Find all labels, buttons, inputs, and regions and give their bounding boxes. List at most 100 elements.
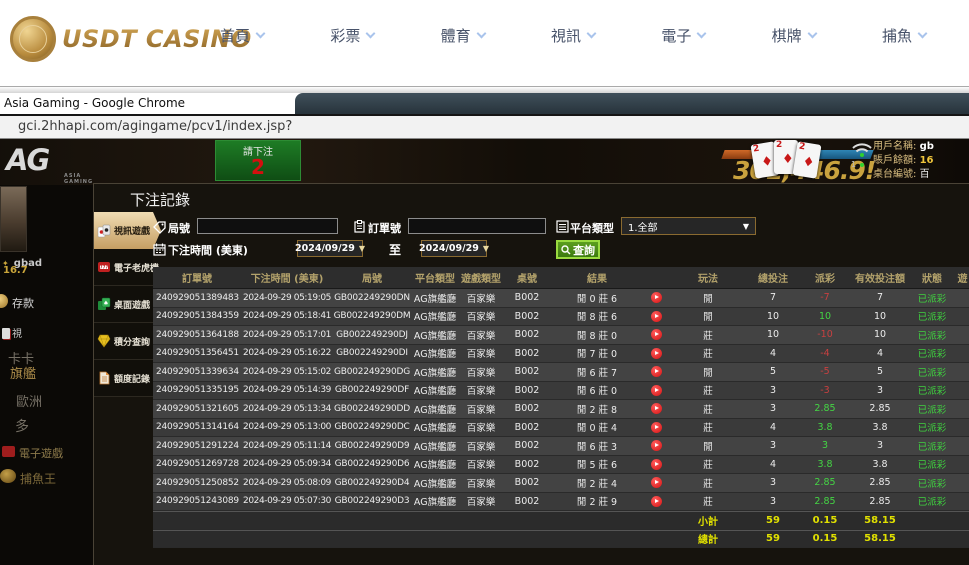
window-title-bar[interactable]: Asia Gaming - Google Chrome bbox=[0, 93, 969, 114]
sidebar-item-3[interactable]: 積分查詢 bbox=[94, 323, 153, 360]
replay-button[interactable] bbox=[651, 403, 662, 414]
cell-game-type: 百家樂 bbox=[459, 363, 503, 381]
nav-item-label: 捕魚 bbox=[882, 25, 912, 46]
date-to-select[interactable]: 2024/09/29▼ bbox=[421, 240, 487, 257]
cell-clipped bbox=[955, 345, 969, 363]
hall-tab[interactable]: 歐洲 bbox=[16, 391, 42, 410]
ag-logo: AG ASIA GAMING bbox=[6, 143, 48, 177]
cell-order-no: 240929051314164 bbox=[153, 419, 241, 437]
ag-logo-subtext: ASIA GAMING bbox=[64, 173, 93, 185]
online-dot bbox=[860, 163, 864, 167]
total-row: 總計590.1558.15 bbox=[153, 530, 969, 549]
url-text: gci.2hhapi.com/agingame/pcv1/index.jsp? bbox=[18, 119, 292, 134]
cell-order-no: 240929051364188 bbox=[153, 326, 241, 344]
cell-order-no: 240929051269728 bbox=[153, 456, 241, 474]
site-logo[interactable]: USDT CASINO bbox=[10, 16, 252, 62]
cell-play-type: 莊 bbox=[669, 419, 747, 437]
cell-play-type: 莊 bbox=[669, 493, 747, 511]
sum-clipped bbox=[955, 512, 969, 529]
cell-total-bet: 4 bbox=[747, 419, 799, 437]
cell-valid-bet: 5 bbox=[851, 363, 909, 381]
sum-total-bet: 59 bbox=[747, 512, 799, 529]
sum-clipped bbox=[955, 531, 969, 548]
replay-button[interactable] bbox=[651, 311, 662, 322]
cell-valid-bet: 3.8 bbox=[851, 419, 909, 437]
sum-label: 小計 bbox=[669, 512, 747, 529]
balance-label: 賬戶餘額: bbox=[873, 155, 916, 166]
table-row: 2409290513843592024-09-29 05:18:41GB0022… bbox=[153, 308, 969, 327]
cell-clipped bbox=[955, 382, 969, 400]
cell-valid-bet: 2.85 bbox=[851, 493, 909, 511]
cell-replay bbox=[643, 437, 669, 455]
rail-video-tab[interactable]: 視 bbox=[2, 325, 22, 340]
sidebar-item-2[interactable]: ♠桌面遊戲 bbox=[94, 286, 153, 323]
table-header-row: 訂單號下注時間 (美東)局號平台類型遊戲類型桌號結果玩法總投注派彩有效投注額狀態… bbox=[153, 267, 969, 289]
table-row: 2409290513351952024-09-29 05:14:39GB0022… bbox=[153, 382, 969, 401]
sidebar-item-4[interactable]: 額度記錄 bbox=[94, 360, 153, 397]
cell-order-no: 240929051291224 bbox=[153, 437, 241, 455]
cell-bet-time: 2024-09-29 05:13:00 bbox=[241, 419, 333, 437]
cell-table-no: B002 bbox=[503, 474, 551, 492]
cell-clipped bbox=[955, 474, 969, 492]
cell-clipped bbox=[955, 326, 969, 344]
cell-bet-time: 2024-09-29 05:09:34 bbox=[241, 456, 333, 474]
cell-round-no: GB002249290D6 bbox=[333, 456, 411, 474]
cell-platform: AG旗艦廳 bbox=[411, 289, 459, 307]
nav-item-1[interactable]: 彩票 bbox=[330, 25, 374, 46]
hall-tab[interactable]: 多 bbox=[15, 416, 29, 436]
sum-valid-bet: 58.15 bbox=[851, 531, 909, 548]
cell-valid-bet: 7 bbox=[851, 289, 909, 307]
deposit-button[interactable]: 存款 bbox=[12, 295, 34, 311]
cell-platform: AG旗艦廳 bbox=[411, 437, 459, 455]
nav-item-label: 首頁 bbox=[220, 25, 250, 46]
cell-result: 閒 7 莊 0 bbox=[551, 345, 643, 363]
replay-button[interactable] bbox=[651, 348, 662, 359]
cell-total-bet: 3 bbox=[747, 474, 799, 492]
table-value: 百 bbox=[920, 169, 930, 180]
cell-round-no: GB002249290DF bbox=[333, 382, 411, 400]
replay-button[interactable] bbox=[651, 422, 662, 433]
date-from-select[interactable]: 2024/09/29▼ bbox=[297, 240, 363, 257]
nav-item-6[interactable]: 捕魚 bbox=[882, 25, 926, 46]
sidebar-item-0[interactable]: 視訊遊戲 bbox=[94, 212, 161, 249]
replay-button[interactable] bbox=[651, 366, 662, 377]
order-input[interactable] bbox=[408, 218, 546, 234]
platform-type-select[interactable]: 1.全部 ▼ bbox=[621, 217, 756, 235]
nav-item-0[interactable]: 首頁 bbox=[220, 25, 264, 46]
cell-bet-time: 2024-09-29 05:13:34 bbox=[241, 400, 333, 418]
cell-game-type: 百家樂 bbox=[459, 345, 503, 363]
cell-status: 已派彩 bbox=[909, 400, 955, 418]
cell-bet-time: 2024-09-29 05:17:01 bbox=[241, 326, 333, 344]
replay-button[interactable] bbox=[651, 496, 662, 507]
hall-tab[interactable]: 旗艦 bbox=[10, 363, 36, 382]
clipboard-icon bbox=[353, 220, 366, 233]
search-button[interactable]: 查詢 bbox=[556, 240, 600, 259]
replay-button[interactable] bbox=[651, 459, 662, 470]
nav-item-2[interactable]: 體育 bbox=[441, 25, 485, 46]
header-col-game-type: 遊戲類型 bbox=[459, 267, 503, 288]
sidebar-item-1[interactable]: 777電子老虎機 bbox=[94, 249, 153, 286]
sum-total-bet: 59 bbox=[747, 531, 799, 548]
nav-item-4[interactable]: 電子 bbox=[661, 25, 705, 46]
cell-bet-time: 2024-09-29 05:19:05 bbox=[241, 289, 333, 307]
nav-item-5[interactable]: 棋牌 bbox=[772, 25, 816, 46]
replay-button[interactable] bbox=[651, 292, 662, 303]
url-bar[interactable]: gci.2hhapi.com/agingame/pcv1/index.jsp? bbox=[0, 116, 969, 139]
replay-button[interactable] bbox=[651, 477, 662, 488]
round-input[interactable] bbox=[197, 218, 338, 234]
cell-game-type: 百家樂 bbox=[459, 400, 503, 418]
cell-table-no: B002 bbox=[503, 400, 551, 418]
table-row: 2409290512430892024-09-29 05:07:30GB0022… bbox=[153, 493, 969, 512]
cell-replay bbox=[643, 363, 669, 381]
cell-platform: AG旗艦廳 bbox=[411, 382, 459, 400]
replay-button[interactable] bbox=[651, 329, 662, 340]
nav-item-3[interactable]: 視訊 bbox=[551, 25, 595, 46]
cell-game-type: 百家樂 bbox=[459, 308, 503, 326]
replay-button[interactable] bbox=[651, 440, 662, 451]
replay-button[interactable] bbox=[651, 385, 662, 396]
fishing-tab[interactable]: 捕魚王 bbox=[0, 469, 56, 487]
electronic-games-tab[interactable]: 電子遊戲 bbox=[2, 445, 63, 461]
sum-valid-bet: 58.15 bbox=[851, 512, 909, 529]
cell-status: 已派彩 bbox=[909, 363, 955, 381]
header-col-payout: 派彩 bbox=[799, 267, 851, 288]
